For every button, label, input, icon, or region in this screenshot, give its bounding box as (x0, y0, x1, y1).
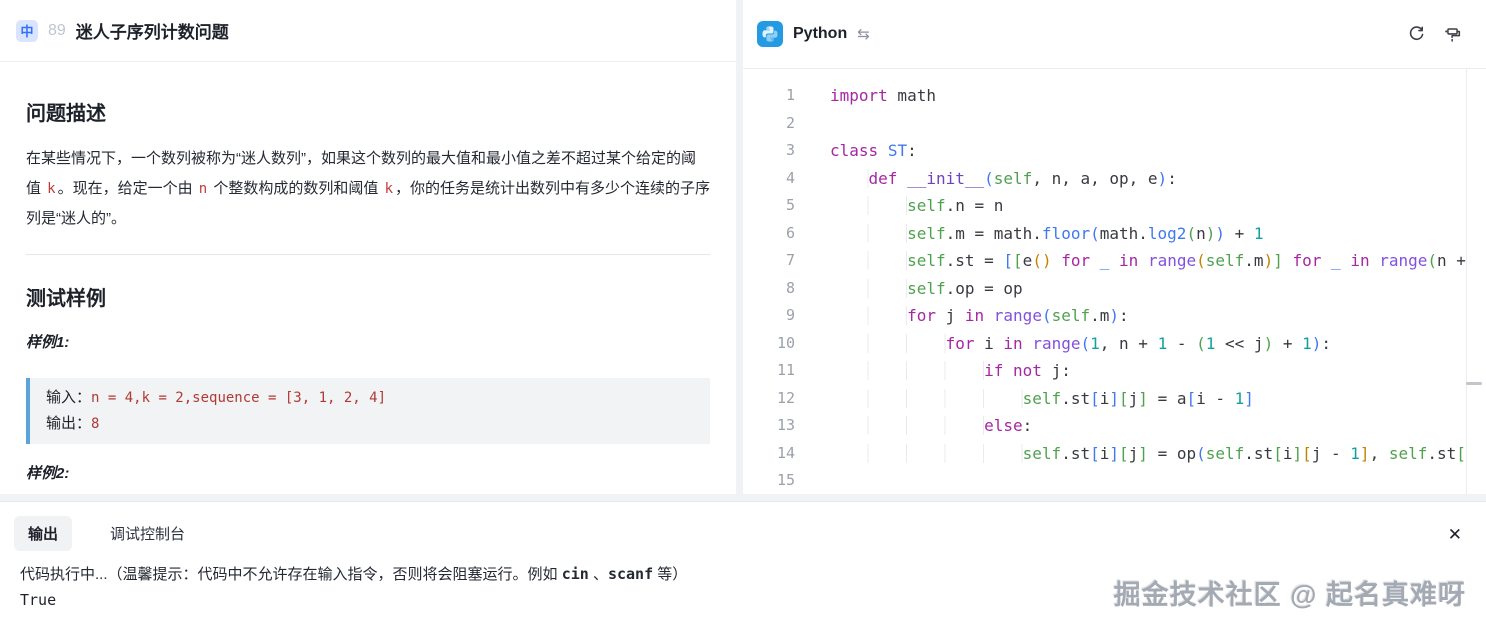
code-line: 4 def __init__(self, n, a, op, e): (743, 165, 1486, 193)
code-line: 7 self.st = [[e() for _ in range(self.m)… (743, 247, 1486, 275)
input-value: n = 4,k = 2,sequence = [3, 1, 2, 4] (91, 390, 386, 406)
refresh-icon[interactable] (1407, 25, 1426, 44)
examples-heading: 测试样例 (26, 285, 710, 313)
code-line: 12 self.st[i][j] = a[i - 1] (743, 385, 1486, 413)
editor-panel: Python ⇆ 1import math23class ST:4 def __… (743, 0, 1486, 494)
code-line: 8 self.op = op (743, 275, 1486, 303)
code-line: 13 else: (743, 412, 1486, 440)
editor-scrollbar-track (1466, 69, 1467, 494)
output-console: 输出 调试控制台 ✕ 代码执行中...（温馨提示：代码中不允许存在输入指令，否则… (0, 501, 1486, 620)
example1-output-row: 输出：8 (46, 411, 694, 437)
problem-content: 问题描述 在某些情况下，一个数列被称为“迷人数列”，如果这个数列的最大值和最小值… (0, 100, 736, 483)
language-swap-icon[interactable]: ⇆ (857, 25, 870, 43)
difficulty-badge: 中 (16, 20, 38, 42)
code-line: 14 self.st[i][j] = op(self.st[i][j - 1],… (743, 440, 1486, 468)
section-divider (26, 254, 710, 255)
description-heading: 问题描述 (26, 100, 710, 128)
python-logo-icon (757, 21, 783, 47)
code-line: 6 self.m = math.floor(math.log2(n)) + 1 (743, 220, 1486, 248)
description-paragraph: 在某些情况下，一个数列被称为“迷人数列”，如果这个数列的最大值和最小值之差不超过… (26, 144, 710, 234)
console-body: 代码执行中...（温馨提示：代码中不允许存在输入指令，否则将会阻塞运行。例如 c… (0, 551, 1486, 609)
output-value: 8 (91, 416, 99, 432)
code-line: 5 self.n = n (743, 192, 1486, 220)
example2-label: 样例2: (26, 462, 710, 483)
console-tabs: 输出 调试控制台 (0, 502, 1486, 551)
editor-header: Python ⇆ (743, 0, 1486, 69)
code-editor[interactable]: 1import math23class ST:4 def __init__(se… (743, 69, 1486, 494)
problem-title: 迷人子序列计数问题 (76, 18, 229, 43)
code-line: 3class ST: (743, 137, 1486, 165)
editor-scrollbar-thumb[interactable] (1466, 382, 1482, 385)
tab-debug-console[interactable]: 调试控制台 (96, 516, 199, 551)
problem-panel: 中 89 迷人子序列计数问题 问题描述 在某些情况下，一个数列被称为“迷人数列”… (0, 0, 736, 494)
format-icon[interactable] (1443, 25, 1462, 44)
example1-input-row: 输入：n = 4,k = 2,sequence = [3, 1, 2, 4] (46, 385, 694, 411)
code-line: 9 for j in range(self.m): (743, 302, 1486, 330)
code-lines: 1import math23class ST:4 def __init__(se… (743, 82, 1486, 494)
run-result: True (20, 591, 1466, 609)
ide-page: 中 89 迷人子序列计数问题 问题描述 在某些情况下，一个数列被称为“迷人数列”… (0, 0, 1486, 620)
code-line: 15 (743, 467, 1486, 494)
problem-number: 89 (48, 22, 66, 40)
running-message: 代码执行中...（温馨提示：代码中不允许存在输入指令，否则将会阻塞运行。例如 c… (20, 563, 1466, 586)
problem-header: 中 89 迷人子序列计数问题 (0, 0, 736, 62)
example1-block: 输入：n = 4,k = 2,sequence = [3, 1, 2, 4] 输… (26, 378, 710, 444)
output-label: 输出： (46, 415, 91, 432)
input-label: 输入： (46, 389, 91, 406)
example1-label: 样例1: (26, 331, 710, 352)
tab-output[interactable]: 输出 (14, 516, 72, 551)
code-line: 1import math (743, 82, 1486, 110)
code-line: 2 (743, 110, 1486, 138)
close-icon[interactable]: ✕ (1448, 526, 1462, 543)
code-line: 10 for i in range(1, n + 1 - (1 << j) + … (743, 330, 1486, 358)
code-line: 11 if not j: (743, 357, 1486, 385)
language-label[interactable]: Python (793, 25, 847, 43)
